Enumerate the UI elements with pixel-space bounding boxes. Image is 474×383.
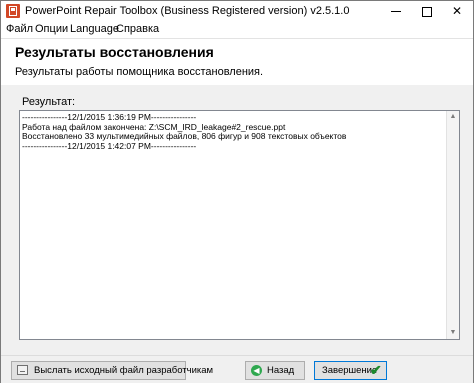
checkmark-icon: ✔ — [370, 362, 382, 378]
wizard-header: Результаты восстановления Результаты раб… — [1, 38, 473, 86]
content-area: Результат: ----------------12/1/2015 1:3… — [1, 85, 473, 355]
button-bar: Выслать исходный файл разработчикам ◀ На… — [1, 355, 473, 383]
menu-file[interactable]: Файл — [6, 23, 33, 35]
minimize-button[interactable] — [381, 1, 411, 22]
menu-options[interactable]: Опции — [35, 23, 68, 35]
powerpoint-app-icon — [6, 4, 20, 18]
result-log-textarea[interactable]: ----------------12/1/2015 1:36:19 PM----… — [19, 110, 460, 340]
close-icon: ✕ — [451, 4, 463, 18]
scroll-down-icon[interactable]: ▼ — [447, 327, 459, 339]
back-label: Назад — [267, 365, 295, 376]
menu-bar: Файл Опции Language Справка — [1, 22, 473, 38]
page-title: Результаты восстановления — [15, 44, 214, 60]
close-button[interactable]: ✕ — [442, 1, 472, 22]
envelope-icon — [17, 365, 28, 375]
app-window: PowerPoint Repair Toolbox (Business Regi… — [0, 0, 474, 383]
back-button[interactable]: ◀ Назад — [245, 361, 305, 380]
finish-button[interactable]: Завершение ✔ — [314, 361, 387, 380]
minimize-icon — [391, 11, 401, 13]
back-arrow-icon: ◀ — [251, 365, 262, 376]
vertical-scrollbar[interactable]: ▲ ▼ — [446, 111, 459, 339]
result-label: Результат: — [22, 96, 76, 108]
page-subtitle: Результаты работы помощника восстановлен… — [15, 66, 264, 78]
menu-help[interactable]: Справка — [116, 23, 159, 35]
menu-language[interactable]: Language — [70, 23, 119, 35]
window-title: PowerPoint Repair Toolbox (Business Regi… — [25, 5, 350, 17]
scroll-up-icon[interactable]: ▲ — [447, 111, 459, 123]
send-source-file-label: Выслать исходный файл разработчикам — [34, 365, 214, 376]
log-lines: ----------------12/1/2015 1:36:19 PM----… — [22, 112, 442, 151]
maximize-button[interactable] — [412, 1, 442, 22]
log-line: ----------------12/1/2015 1:42:07 PM----… — [22, 140, 197, 151]
finish-label: Завершение — [322, 365, 378, 376]
title-bar[interactable]: PowerPoint Repair Toolbox (Business Regi… — [1, 1, 473, 22]
send-source-file-button[interactable]: Выслать исходный файл разработчикам — [11, 361, 213, 380]
maximize-icon — [422, 6, 432, 17]
